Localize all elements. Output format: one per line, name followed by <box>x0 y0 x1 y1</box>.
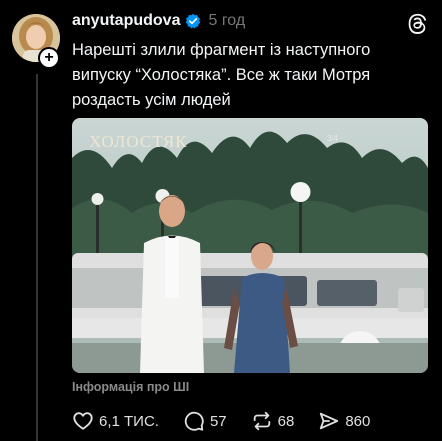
ai-info-link[interactable]: Інформація про ШІ <box>72 380 189 394</box>
share-button[interactable]: 860 <box>318 410 370 432</box>
media-brand-logo: ХОЛОСТЯК <box>89 132 188 151</box>
post-text: Нарешті злили фрагмент із наступного вип… <box>72 41 371 109</box>
media-image <box>72 118 428 373</box>
comment-button[interactable]: 57 <box>183 410 227 432</box>
username[interactable]: anyutapudova <box>72 12 180 30</box>
verified-badge-icon <box>186 13 201 29</box>
post-time: 5 год <box>208 12 246 29</box>
heart-icon <box>73 412 93 430</box>
threads-logo-icon[interactable] <box>406 12 428 34</box>
share-count: 860 <box>345 412 371 430</box>
follow-plus-icon[interactable]: + <box>38 47 60 69</box>
thread-line <box>36 74 38 441</box>
post-header: anyutapudova 5 год <box>72 12 245 30</box>
media-page-counter: 3/4 <box>326 134 338 143</box>
repost-count: 68 <box>277 412 295 430</box>
comment-icon <box>184 411 204 431</box>
send-icon <box>320 412 339 430</box>
post-media[interactable]: ХОЛОСТЯК 3/4 <box>72 118 428 373</box>
comment-count: 57 <box>209 412 227 430</box>
like-count: 6,1 ТИС. <box>99 412 159 430</box>
action-bar: 6,1 ТИС. 57 68 860 <box>72 410 394 432</box>
repost-icon <box>253 411 270 431</box>
like-button[interactable]: 6,1 ТИС. <box>72 410 159 432</box>
repost-button[interactable]: 68 <box>251 410 295 432</box>
